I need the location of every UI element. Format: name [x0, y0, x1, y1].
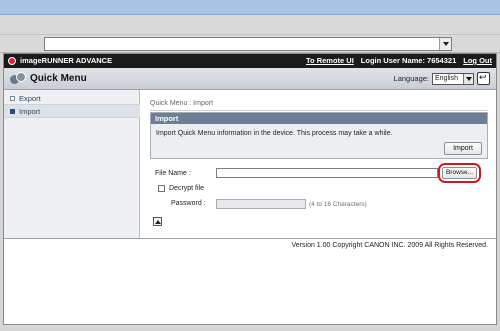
language-select[interactable]: English [432, 72, 474, 85]
page-title: Quick Menu [30, 73, 87, 84]
panel-title: Import [151, 113, 487, 124]
page-top-button[interactable] [153, 217, 162, 226]
canon-logo-icon [8, 56, 16, 65]
language-label: Language: [393, 74, 429, 83]
decrypt-checkbox[interactable] [158, 185, 165, 192]
footer-divider [4, 238, 496, 239]
sidebar-item-label: Import [19, 106, 41, 116]
browse-button[interactable]: Browse... [442, 167, 477, 179]
bullet-icon [10, 95, 15, 101]
password-field[interactable] [216, 199, 306, 209]
brand-name: imageRUNNER ADVANCE [20, 56, 113, 65]
import-button[interactable]: Import [444, 142, 482, 155]
to-remote-ui-link[interactable]: To Remote UI [306, 56, 354, 65]
password-label: Password : [171, 200, 206, 207]
sidebar-item-import[interactable]: Import [4, 105, 140, 118]
browser-toolbar [0, 15, 500, 35]
chevron-down-icon [463, 73, 473, 84]
file-name-field[interactable] [216, 168, 438, 178]
file-name-label: File Name : [155, 170, 191, 177]
breadcrumb: Quick Menu : Import [150, 100, 214, 107]
copyright-text: Version 1.00 Copyright CANON INC. 2009 A… [291, 242, 488, 249]
language-value: English [435, 74, 458, 82]
log-out-link[interactable]: Log Out [463, 56, 492, 65]
title-band: Quick Menu Language: English [4, 68, 496, 90]
import-panel: Import Import Quick Menu information in … [150, 112, 488, 159]
main-content: Quick Menu : Import Import Import Quick … [141, 90, 496, 238]
browser-titlebar [0, 0, 500, 15]
address-dropdown-icon[interactable] [439, 38, 451, 50]
sidebar: Export Import [4, 90, 140, 238]
brand: imageRUNNER ADVANCE [8, 56, 112, 65]
language-selector: Language: English [394, 72, 490, 85]
quick-menu-icon [10, 72, 26, 86]
password-hint: (4 to 16 Characters) [309, 201, 367, 208]
header-links: To Remote UI Login User Name: 7654321 Lo… [306, 56, 492, 65]
sidebar-item-export[interactable]: Export [4, 92, 140, 105]
remote-ui-page: imageRUNNER ADVANCE To Remote UI Login U… [3, 53, 497, 325]
decrypt-label: Decrypt file [169, 185, 205, 192]
address-bar[interactable] [44, 37, 452, 51]
login-user-name: Login User Name: 7654321 [360, 56, 457, 65]
return-button[interactable] [477, 72, 490, 85]
panel-description: Import Quick Menu information in the dev… [156, 130, 393, 137]
sidebar-item-label: Export [19, 93, 41, 103]
bullet-icon [10, 108, 15, 114]
browser-address-row [0, 35, 500, 53]
divider [150, 110, 488, 111]
app-header: imageRUNNER ADVANCE To Remote UI Login U… [4, 54, 496, 68]
